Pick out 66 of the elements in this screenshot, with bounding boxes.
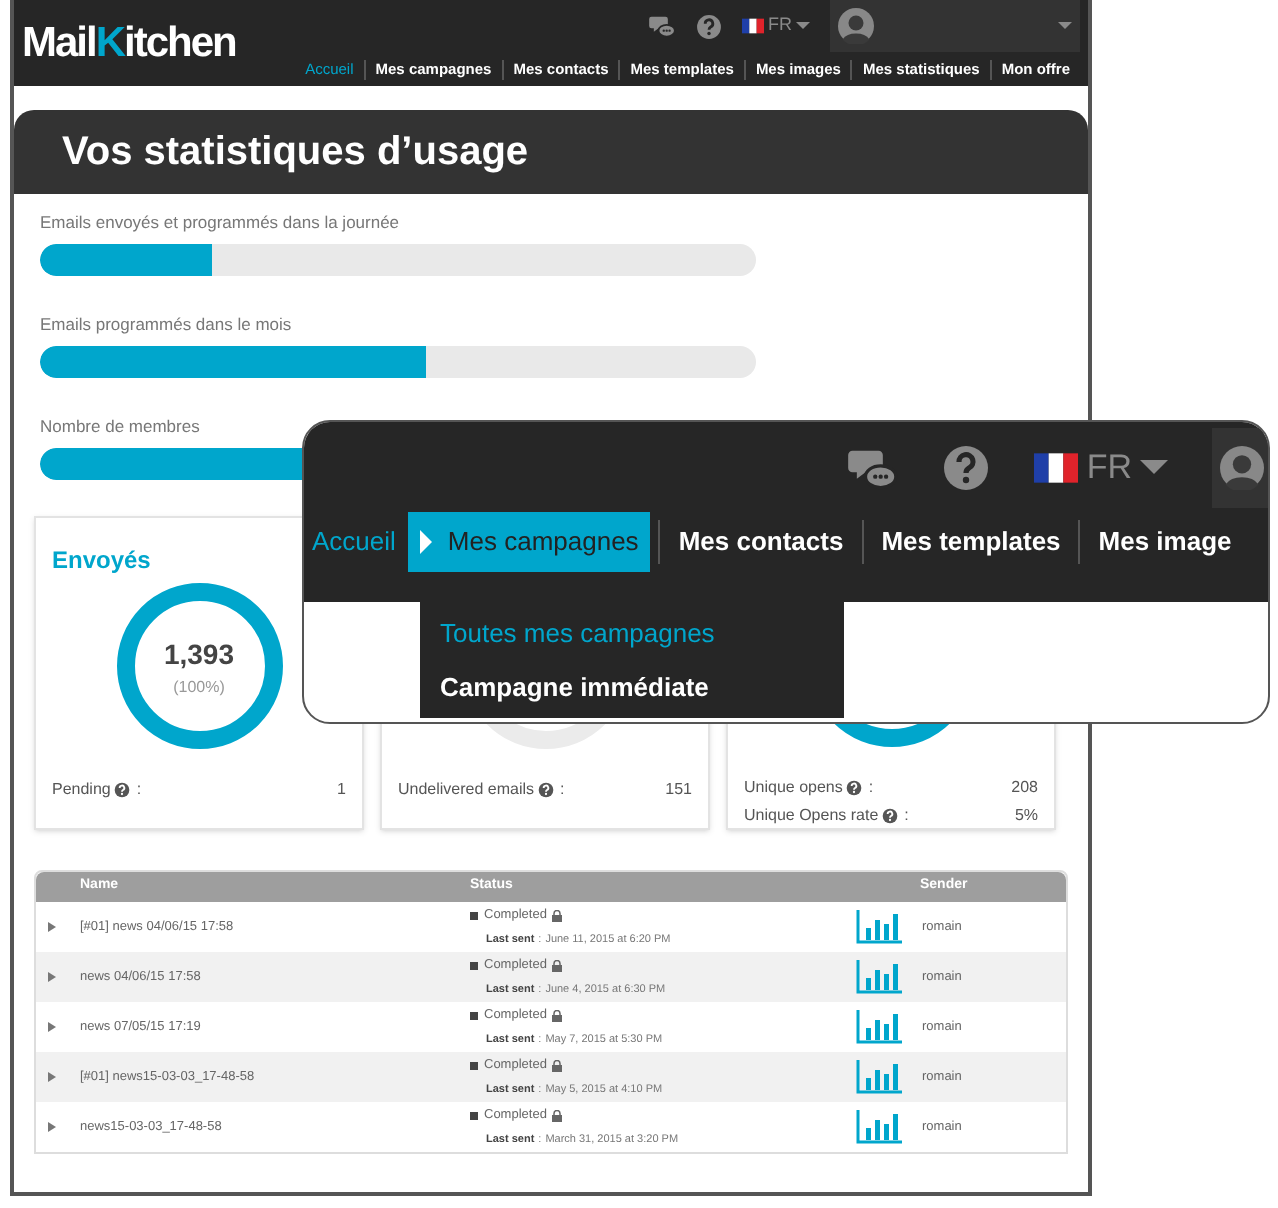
stat-label: Undelivered emails [398, 778, 535, 802]
status-square-icon [470, 1111, 478, 1120]
status-square-icon [470, 1011, 478, 1020]
account-menu[interactable] [1212, 427, 1268, 507]
card-title: Envoyés [52, 544, 153, 574]
help-icon[interactable] [846, 780, 863, 796]
help-icon[interactable] [882, 808, 899, 824]
dropdown-item[interactable]: Campagne immédiate [440, 660, 824, 714]
flag-icon[interactable] [1034, 451, 1079, 483]
colon-separator: : [136, 778, 142, 802]
chat-icon[interactable] [648, 12, 676, 40]
nav-link[interactable]: Mes image [1080, 512, 1250, 572]
caret-icon[interactable] [1140, 460, 1168, 474]
language-selector[interactable]: FR [742, 12, 810, 40]
flag-icon[interactable] [742, 18, 764, 34]
expand-arrow-icon[interactable] [48, 1072, 56, 1082]
lock-icon[interactable] [552, 909, 563, 922]
lock-icon[interactable] [552, 1059, 563, 1072]
status-square-icon [470, 1061, 478, 1070]
usage-label: Nombre de membres [40, 414, 202, 440]
language-selector[interactable]: FR [1034, 441, 1168, 493]
stat-value: 151 [665, 778, 692, 802]
colon-separator: : [560, 778, 565, 802]
stat-value: 208 [1011, 776, 1038, 800]
nav-link[interactable]: Mes contacts [660, 512, 862, 572]
donut-value: 1,393 [163, 635, 235, 673]
help-icon[interactable] [942, 443, 991, 491]
help-icon[interactable] [538, 782, 555, 798]
bar-chart-icon[interactable] [856, 910, 902, 944]
usage-label: Emails programmés dans le mois [40, 312, 294, 338]
avatar-icon[interactable] [838, 8, 874, 44]
mailkitchen-logo[interactable]: MailKitchen [22, 0, 236, 86]
bar-chart-icon[interactable] [856, 1110, 902, 1144]
avatar-icon[interactable] [1220, 445, 1264, 489]
help-icon[interactable] [114, 782, 131, 798]
page-title: Vos statistiques d’usage [62, 128, 529, 178]
status-square-icon [470, 911, 478, 920]
account-menu[interactable] [830, 0, 1080, 52]
colon-separator: : [904, 804, 909, 828]
dropdown-item[interactable]: Toutes mes campagnes [440, 606, 824, 660]
usage-label: Emails envoyés et programmés dans la journée [40, 210, 402, 236]
triangle-icon[interactable] [419, 530, 432, 554]
expand-arrow-icon[interactable] [48, 922, 56, 932]
nav-link[interactable]: Accueil [304, 512, 400, 572]
expand-arrow-icon[interactable] [48, 1122, 56, 1132]
stat-value: 1 [337, 778, 346, 802]
donut-percent: (100%) [173, 675, 225, 699]
colon-separator: : [868, 776, 874, 800]
stat-value: 5% [1014, 804, 1038, 828]
expand-arrow-icon[interactable] [48, 972, 56, 982]
status-square-icon [470, 961, 478, 970]
nav-link[interactable]: Mes campagnes [407, 512, 651, 572]
nav-link[interactable]: Mes templates [863, 512, 1079, 572]
bar-chart-icon[interactable] [856, 1060, 902, 1094]
lock-icon[interactable] [552, 959, 563, 972]
lock-icon[interactable] [552, 1009, 563, 1022]
bar-chart-icon[interactable] [856, 960, 902, 994]
bar-chart-icon[interactable] [856, 1010, 902, 1044]
stat-label: Unique Opens rate [744, 804, 879, 828]
caret-icon[interactable] [1058, 22, 1072, 30]
stat-label: Unique opens [744, 776, 843, 800]
expand-arrow-icon[interactable] [48, 1022, 56, 1032]
stat-label: Pending [52, 778, 111, 802]
help-icon[interactable] [696, 13, 722, 39]
caret-icon[interactable] [796, 22, 810, 30]
lock-icon[interactable] [552, 1109, 563, 1122]
